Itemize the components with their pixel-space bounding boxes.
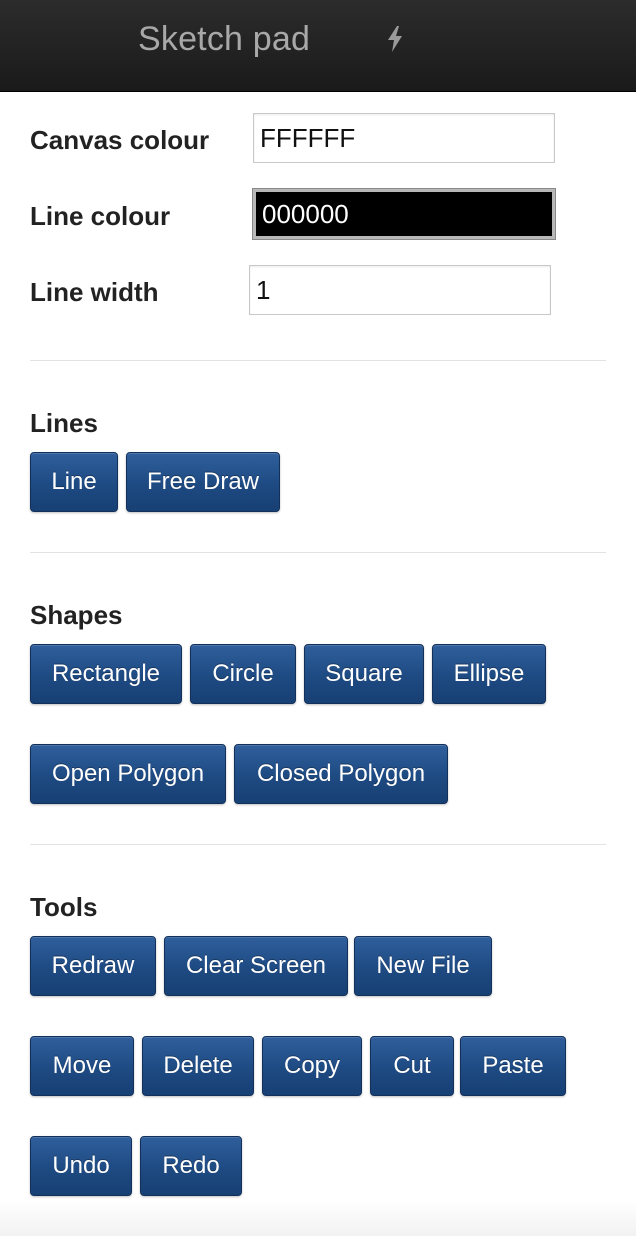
navbar: Sketch pad [0,0,636,92]
canvas-colour-label: Canvas colour [30,125,210,155]
line-colour-row: Line colour [30,189,590,239]
shapes-section-title: Shapes [30,600,123,630]
square-button[interactable]: Square [304,644,424,704]
lines-section-title: Lines [30,408,98,438]
line-colour-label: Line colour [30,201,171,231]
open-polygon-button[interactable]: Open Polygon [30,744,226,804]
canvas-colour-row: Canvas colour [30,113,590,163]
line-width-label: Line width [30,277,159,307]
paste-button[interactable]: Paste [460,1036,566,1096]
bolt-icon[interactable] [384,25,406,53]
bottom-fade [0,1200,636,1236]
line-colour-input[interactable] [253,189,555,239]
line-button[interactable]: Line [30,452,118,512]
app-title[interactable]: Sketch pad [138,20,310,59]
divider [30,360,606,361]
tools-section-title: Tools [30,892,98,922]
line-width-input[interactable] [249,265,551,315]
divider [30,552,606,553]
move-button[interactable]: Move [30,1036,134,1096]
line-width-row: Line width [30,265,590,315]
clear-screen-button[interactable]: Clear Screen [164,936,348,996]
cut-button[interactable]: Cut [370,1036,454,1096]
copy-button[interactable]: Copy [262,1036,362,1096]
divider [30,844,606,845]
redraw-button[interactable]: Redraw [30,936,156,996]
rectangle-button[interactable]: Rectangle [30,644,182,704]
closed-polygon-button[interactable]: Closed Polygon [234,744,448,804]
free-draw-button[interactable]: Free Draw [126,452,280,512]
redo-button[interactable]: Redo [140,1136,242,1196]
delete-button[interactable]: Delete [142,1036,254,1096]
new-file-button[interactable]: New File [354,936,492,996]
ellipse-button[interactable]: Ellipse [432,644,546,704]
canvas-colour-input[interactable] [253,113,555,163]
circle-button[interactable]: Circle [190,644,296,704]
undo-button[interactable]: Undo [30,1136,132,1196]
